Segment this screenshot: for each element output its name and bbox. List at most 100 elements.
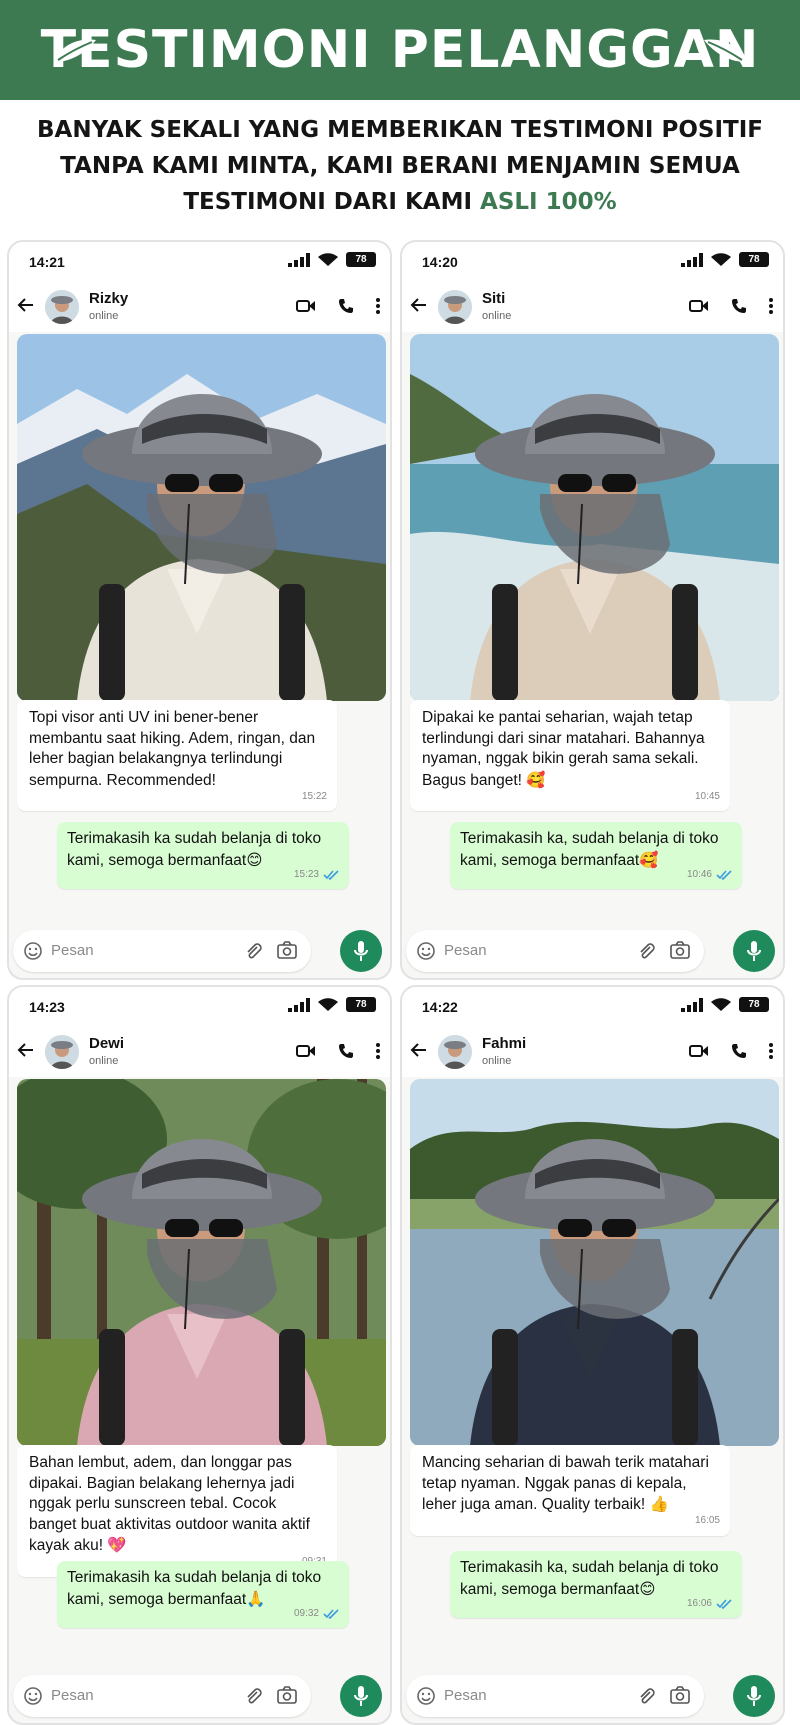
- phone-call-icon[interactable]: [731, 298, 747, 314]
- message-input[interactable]: Pesan: [406, 930, 704, 972]
- attach-icon[interactable]: [636, 1686, 656, 1706]
- status-time: 14:22: [422, 999, 458, 1015]
- more-options-icon[interactable]: [769, 1043, 773, 1059]
- attach-icon[interactable]: [636, 941, 656, 961]
- message-time: 16:05: [694, 1515, 720, 1526]
- double-check-icon: [323, 1609, 339, 1619]
- contact-name[interactable]: Fahmi: [482, 1035, 526, 1052]
- double-check-icon: [716, 870, 732, 880]
- page-title: TESTIMONI PELANGGAN: [40, 20, 760, 80]
- phone-call-icon[interactable]: [338, 1043, 354, 1059]
- wifi-icon: [711, 997, 731, 1011]
- voice-record-button[interactable]: [340, 930, 382, 972]
- emoji-icon[interactable]: [23, 1686, 43, 1706]
- contact-status: online: [89, 310, 119, 322]
- message-input-placeholder: Pesan: [51, 942, 94, 959]
- subtitle-highlight: ASLI 100%: [480, 189, 617, 215]
- outgoing-message: Terimakasih ka sudah belanja di toko kam…: [57, 1561, 349, 1628]
- video-call-icon[interactable]: [689, 1044, 709, 1058]
- shared-photo[interactable]: [17, 1079, 386, 1446]
- wifi-icon: [318, 997, 338, 1011]
- avatar[interactable]: [45, 1035, 79, 1069]
- emoji-icon[interactable]: [23, 941, 43, 961]
- camera-icon[interactable]: [670, 941, 690, 959]
- message-input[interactable]: Pesan: [406, 1675, 704, 1717]
- video-call-icon[interactable]: [296, 299, 316, 313]
- subtitle-line: TESTIMONI DARI KAMI ASLI 100%: [0, 184, 800, 220]
- subtitle-line: BANYAK SEKALI YANG MEMBERIKAN TESTIMONI …: [36, 117, 763, 143]
- message-time: 15:22: [301, 790, 327, 802]
- phone-call-icon[interactable]: [731, 1043, 747, 1059]
- back-arrow-icon[interactable]: [17, 1041, 35, 1059]
- signal-icon: [681, 252, 703, 267]
- message-input-placeholder: Pesan: [444, 942, 487, 959]
- message-time: 10:45: [694, 790, 720, 802]
- message-emoji: 🥰: [526, 770, 546, 789]
- message-emoji: 🥰: [639, 850, 659, 869]
- message-text: Terimakasih ka, sudah belanja di toko ka…: [460, 1559, 719, 1598]
- back-arrow-icon[interactable]: [410, 296, 428, 314]
- more-options-icon[interactable]: [376, 1043, 380, 1059]
- battery-indicator: 78: [346, 252, 376, 267]
- contact-name[interactable]: Rizky: [89, 290, 128, 307]
- message-emoji: 😊: [246, 850, 263, 869]
- subtitle-line: TANPA KAMI MINTA, KAMI BERANI MENJAMIN S…: [60, 153, 740, 179]
- battery-indicator: 78: [739, 252, 769, 267]
- message-emoji: 😊: [639, 1579, 656, 1598]
- chat-screen-dewi: 14:23 78 Dewi online Bahan lembut, adem,…: [7, 985, 392, 1725]
- attach-icon[interactable]: [243, 1686, 263, 1706]
- battery-indicator: 78: [739, 997, 769, 1012]
- message-input[interactable]: Pesan: [13, 1675, 311, 1717]
- back-arrow-icon[interactable]: [17, 296, 35, 314]
- incoming-message: Mancing seharian di bawah terik matahari…: [410, 1445, 730, 1536]
- back-arrow-icon[interactable]: [410, 1041, 428, 1059]
- signal-icon: [288, 997, 310, 1012]
- outgoing-message: Terimakasih ka, sudah belanja di toko ka…: [450, 822, 742, 889]
- header-actions: [296, 1043, 380, 1059]
- avatar[interactable]: [438, 290, 472, 324]
- chat-header: Rizky online: [9, 282, 390, 332]
- message-text: Dipakai ke pantai seharian, wajah tetap …: [422, 709, 705, 789]
- message-text: Terimakasih ka sudah belanja di toko kam…: [67, 830, 322, 869]
- contact-name[interactable]: Dewi: [89, 1035, 124, 1052]
- signal-icon: [681, 997, 703, 1012]
- outgoing-message: Terimakasih ka, sudah belanja di toko ka…: [450, 1551, 742, 1618]
- attach-icon[interactable]: [243, 941, 263, 961]
- outgoing-message: Terimakasih ka sudah belanja di toko kam…: [57, 822, 349, 889]
- chat-header: Dewi online: [9, 1027, 390, 1077]
- voice-record-button[interactable]: [340, 1675, 382, 1717]
- mic-icon: [354, 941, 368, 961]
- camera-icon[interactable]: [277, 941, 297, 959]
- avatar[interactable]: [45, 290, 79, 324]
- camera-icon[interactable]: [277, 1686, 297, 1704]
- voice-record-button[interactable]: [733, 1675, 775, 1717]
- more-options-icon[interactable]: [376, 298, 380, 314]
- camera-icon[interactable]: [670, 1686, 690, 1704]
- incoming-message: Bahan lembut, adem, dan longgar pas dipa…: [17, 1445, 337, 1577]
- message-input[interactable]: Pesan: [13, 930, 311, 972]
- shared-photo[interactable]: [410, 334, 779, 701]
- status-icons: 78: [681, 252, 769, 267]
- emoji-icon[interactable]: [416, 941, 436, 961]
- shared-photo[interactable]: [410, 1079, 779, 1446]
- message-text: Bahan lembut, adem, dan longgar pas dipa…: [29, 1454, 310, 1554]
- header-banner: TESTIMONI PELANGGAN: [0, 0, 800, 100]
- message-emoji: 👍: [649, 1495, 669, 1513]
- leaf-icon: [54, 39, 96, 62]
- more-options-icon[interactable]: [769, 298, 773, 314]
- status-icons: 78: [288, 252, 376, 267]
- video-call-icon[interactable]: [296, 1044, 316, 1058]
- voice-record-button[interactable]: [733, 930, 775, 972]
- emoji-icon[interactable]: [416, 1686, 436, 1706]
- mic-icon: [354, 1686, 368, 1706]
- avatar[interactable]: [438, 1035, 472, 1069]
- shared-photo[interactable]: [17, 334, 386, 701]
- status-bar: 14:22 78: [402, 987, 783, 1027]
- video-call-icon[interactable]: [689, 299, 709, 313]
- message-time: 10:46: [686, 868, 712, 880]
- page-subtitle: BANYAK SEKALI YANG MEMBERIKAN TESTIMONI …: [0, 112, 800, 220]
- phone-call-icon[interactable]: [338, 298, 354, 314]
- wifi-icon: [318, 252, 338, 266]
- message-text: Terimakasih ka, sudah belanja di toko ka…: [460, 830, 719, 869]
- contact-name[interactable]: Siti: [482, 290, 505, 307]
